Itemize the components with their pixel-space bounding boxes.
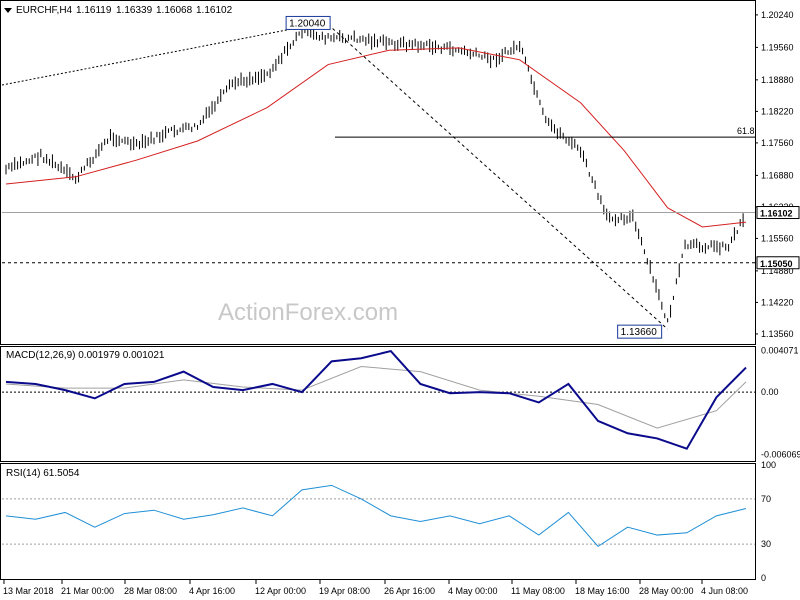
time-axis-label: 4 Jun 08:00 <box>701 586 748 596</box>
price-axis-label: 1.13560 <box>761 329 794 339</box>
macd-layer <box>2 349 755 450</box>
price-axis-label: 1.20240 <box>761 10 794 20</box>
price-axis-label: 1.15560 <box>761 233 794 243</box>
rsi-line <box>5 484 747 548</box>
time-axis-label: 4 May 00:00 <box>448 586 498 596</box>
macd-axis-label: 0.00 <box>761 387 779 397</box>
price-level-label: 1.15050 <box>760 259 793 269</box>
time-axis-label: 28 May 00:00 <box>639 586 694 596</box>
header-high: 1.16339 <box>116 5 153 16</box>
rsi-axis-label: 70 <box>761 494 771 504</box>
chart-window: EURCHF,H4 1.16119 1.16339 1.16068 1.1610… <box>0 0 800 600</box>
triangle-icon <box>4 8 12 13</box>
chart-canvas: EURCHF,H4 1.16119 1.16339 1.16068 1.1610… <box>0 0 800 596</box>
price-axis-label: 1.19560 <box>761 42 794 52</box>
macd-title: MACD(12,26,9) 0.001979 0.001021 <box>6 350 165 361</box>
macd-axis-label: -0.006069 <box>761 450 800 460</box>
header-open: 1.16119 <box>76 5 112 16</box>
axis-layer: 1.20240 1.19560 1.18880 1.18220 1.17560 1.168… <box>3 10 800 596</box>
long-term-average-line <box>1 21 329 86</box>
price-annotation-label: 1.20040 <box>289 18 326 29</box>
rsi-axis-label: 30 <box>761 539 771 549</box>
macd-signal-line <box>5 365 747 429</box>
watermark-text: ActionForex.com <box>218 299 398 326</box>
rsi-axis-label: 100 <box>761 460 776 470</box>
time-axis-label: 21 Mar 00:00 <box>61 586 114 596</box>
rsi-layer <box>2 484 755 548</box>
price-axis-label: 1.16880 <box>761 170 794 180</box>
rsi-axis-label: 0 <box>761 573 766 583</box>
header-low: 1.16068 <box>156 5 193 16</box>
header-close: 1.16102 <box>196 5 233 16</box>
time-axis-label: 4 Apr 16:00 <box>189 586 235 596</box>
time-axis-label: 19 Apr 08:00 <box>319 586 370 596</box>
price-axis-label: 1.18220 <box>761 106 794 116</box>
header-symbol: EURCHF,H4 <box>16 5 73 16</box>
price-annotation-label: 1.13660 <box>621 327 658 338</box>
time-axis-label: 12 Apr 00:00 <box>255 586 306 596</box>
macd-panel-frame <box>0 346 756 462</box>
price-series-layer: 61.8 1.20040 1.13660 <box>1 15 755 339</box>
rsi-panel-frame <box>0 463 756 580</box>
time-axis-label: 28 Mar 08:00 <box>124 586 177 596</box>
macd-main-line <box>5 349 747 450</box>
macd-axis-label: 0.004071 <box>761 345 799 355</box>
time-axis-label: 18 May 16:00 <box>575 586 630 596</box>
time-axis-label: 26 Apr 16:00 <box>384 586 435 596</box>
price-panel-frame <box>0 0 756 345</box>
price-level-label: 1.16102 <box>760 209 793 219</box>
price-axis-label: 1.14220 <box>761 297 794 307</box>
time-axis-label: 13 Mar 2018 <box>3 586 54 596</box>
fib-618-label: 61.8 <box>737 126 755 136</box>
rsi-title: RSI(14) 61.5054 <box>6 468 80 479</box>
time-axis-label: 11 May 08:00 <box>511 586 565 596</box>
price-axis-label: 1.17560 <box>761 138 794 148</box>
high-to-low-dashed-line <box>327 24 668 330</box>
price-axis-label: 1.18880 <box>761 75 794 85</box>
